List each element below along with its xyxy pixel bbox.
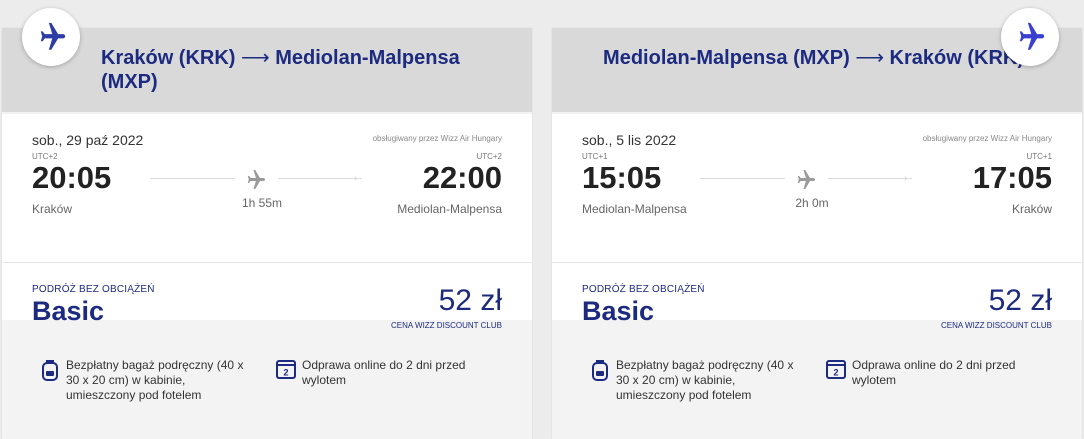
route-origin: Kraków (KRK) (101, 47, 236, 69)
airplane-icon (797, 170, 815, 189)
flight-date: sob., 5 lis 2022 (582, 132, 677, 148)
card-header: Kraków (KRK) ⟶ Mediolan-Malpensa (MXP) (2, 28, 532, 112)
route-origin: Mediolan-Malpensa (MXP) (603, 47, 850, 69)
calendar-number: 2 (283, 368, 288, 378)
fare-category: PODRÓŻ BEZ OBCIĄŻEŃ (582, 284, 705, 295)
chevron-right-icon: › (904, 173, 908, 184)
route-line (278, 178, 362, 179)
airplane-icon (247, 170, 265, 189)
fare-category: PODRÓŻ BEZ OBCIĄŻEŃ (32, 284, 155, 295)
flight-date: sob., 29 paź 2022 (32, 132, 144, 148)
arrival-time: 17:05 (972, 160, 1052, 195)
route-line (150, 178, 235, 179)
backpack-icon (592, 360, 608, 381)
operator-note: obsługiwany przez Wizz Air Hungary (922, 134, 1052, 143)
route-arrow: ⟶ (855, 47, 884, 69)
arrival-city: Mediolan-Malpensa (397, 202, 502, 216)
fare-price: 52 zł (988, 284, 1052, 317)
fare-name: Basic (32, 296, 105, 326)
price-note: CENA WIZZ DISCOUNT CLUB (941, 321, 1052, 330)
flight-details: sob., 5 lis 2022 obsługiwany przez Wizz … (552, 114, 1082, 330)
departure-time: 20:05 (32, 160, 112, 195)
fare-name: Basic (582, 296, 655, 326)
calendar-icon: 2 (276, 360, 296, 379)
feature-checkin: 2 Odprawa online do 2 dni przed wylotem (274, 358, 504, 388)
feature-baggage: Bezpłatny bagaż podręczny (40 x 30 x 20 … (588, 358, 808, 403)
price-note: CENA WIZZ DISCOUNT CLUB (391, 321, 502, 330)
flight-card-outbound: Kraków (KRK) ⟶ Mediolan-Malpensa (MXP) s… (2, 8, 532, 439)
feature-checkin: 2 Odprawa online do 2 dni przed wylotem (824, 358, 1054, 388)
departure-city: Mediolan-Malpensa (582, 202, 687, 216)
operator-note: obsługiwany przez Wizz Air Hungary (372, 134, 502, 143)
route-title: Kraków (KRK) ⟶ Mediolan-Malpensa (MXP) (101, 46, 511, 94)
feature-baggage-text: Bezpłatny bagaż podręczny (40 x 30 x 20 … (66, 358, 244, 402)
backpack-icon (42, 360, 58, 381)
flight-details: sob., 29 paź 2022 obsługiwany przez Wizz… (2, 114, 532, 330)
route-arrow: ⟶ (241, 47, 270, 69)
feature-checkin-text: Odprawa online do 2 dni przed wylotem (852, 358, 1016, 387)
calendar-icon: 2 (826, 360, 846, 379)
divider (2, 262, 532, 263)
flight-duration: 2h 0m (795, 196, 829, 210)
divider (552, 262, 1082, 263)
plane-badge (22, 8, 80, 66)
route-title: Mediolan-Malpensa (MXP) ⟶ Kraków (KRK) (594, 46, 1024, 70)
airplane-icon (1019, 22, 1045, 50)
fare-price: 52 zł (438, 284, 502, 317)
departure-time: 15:05 (582, 160, 662, 195)
departure-city: Kraków (32, 202, 73, 216)
arrival-time: 22:00 (422, 160, 502, 195)
chevron-right-icon: › (354, 173, 358, 184)
feature-baggage-text: Bezpłatny bagaż podręczny (40 x 30 x 20 … (616, 358, 794, 402)
flight-duration: 1h 55m (241, 196, 283, 210)
plane-badge (1001, 8, 1059, 66)
arrival-city: Kraków (1011, 202, 1052, 216)
airplane-icon (40, 22, 66, 50)
route-line (700, 178, 785, 179)
feature-checkin-text: Odprawa online do 2 dni przed wylotem (302, 358, 466, 387)
flight-card-return: Mediolan-Malpensa (MXP) ⟶ Kraków (KRK) s… (552, 8, 1082, 439)
calendar-number: 2 (833, 368, 838, 378)
route-line (828, 178, 912, 179)
feature-baggage: Bezpłatny bagaż podręczny (40 x 30 x 20 … (38, 358, 258, 403)
